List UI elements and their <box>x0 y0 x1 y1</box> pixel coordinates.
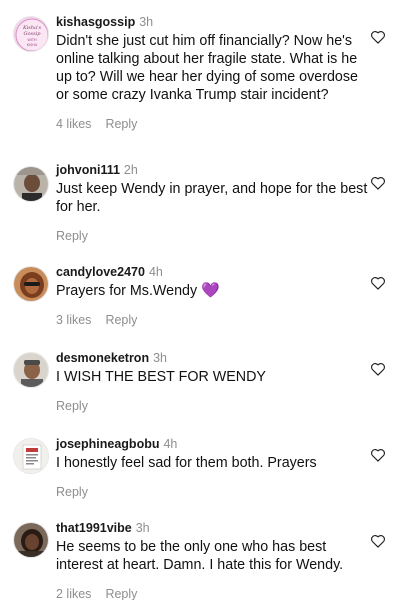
likes-count[interactable]: 3 likes <box>56 313 91 327</box>
comment-item: josephineagbobu 4h I honestly feel sad fo… <box>0 434 408 504</box>
comment-body: candylove2470 4h Prayers for Ms.Wendy 💜 3… <box>56 264 368 328</box>
comment-text: I honestly feel sad for them both. Praye… <box>56 455 317 471</box>
reply-button[interactable]: Reply <box>56 229 88 243</box>
avatar[interactable] <box>13 266 49 302</box>
comment-text: Just keep Wendy in prayer, and hope for … <box>56 181 368 215</box>
reply-button[interactable]: Reply <box>105 117 137 131</box>
reply-button[interactable]: Reply <box>56 485 88 499</box>
comment-text: He seems to be the only one who has best… <box>56 539 344 573</box>
comment-meta: 2 likes Reply <box>56 586 368 600</box>
reply-button[interactable]: Reply <box>105 587 137 600</box>
reply-button[interactable]: Reply <box>56 399 88 413</box>
username[interactable]: johvoni111 <box>56 163 120 177</box>
comment-header: kishasgossip 3h <box>56 14 368 30</box>
comment-header: josephineagbobu 4h <box>56 436 368 452</box>
comment-body: josephineagbobu 4h I honestly feel sad fo… <box>56 436 368 500</box>
comment-item: Kisha's Gossip WITH KISHA kishasgossip 3h… <box>0 10 408 150</box>
likes-count[interactable]: 4 likes <box>56 117 91 131</box>
timestamp: 3h <box>135 521 150 535</box>
purple-heart-emoji: 💜 <box>201 282 220 299</box>
comment-meta: Reply <box>56 398 368 414</box>
heart-outline-icon[interactable] <box>370 276 386 290</box>
avatar[interactable] <box>13 522 49 558</box>
comment-meta: 4 likes Reply <box>56 116 368 132</box>
comment-text: Didn't she just cut him off financially?… <box>56 33 358 103</box>
username[interactable]: candylove2470 <box>56 265 145 279</box>
avatar[interactable] <box>13 438 49 474</box>
timestamp: 2h <box>123 163 138 177</box>
username[interactable]: desmoneketron <box>56 351 149 365</box>
comment-text: I WISH THE BEST FOR WENDY <box>56 369 266 385</box>
comment-item: desmoneketron 3h I WISH THE BEST FOR WEND… <box>0 348 408 418</box>
avatar-badge-text: KISHA <box>27 43 38 47</box>
comment-header: johvoni111 2h <box>56 162 368 178</box>
reply-button[interactable]: Reply <box>105 313 137 327</box>
heart-outline-icon[interactable] <box>370 534 386 548</box>
avatar-badge-text: WITH <box>27 38 37 42</box>
timestamp: 4h <box>163 437 178 451</box>
comment-header: desmoneketron 3h <box>56 350 368 366</box>
comment-text-content: Prayers for Ms.Wendy <box>56 283 198 299</box>
comment-meta: 3 likes Reply <box>56 312 368 328</box>
comment-body: kishasgossip 3h Didn't she just cut him o… <box>56 14 368 132</box>
comment-meta: Reply <box>56 484 368 500</box>
username[interactable]: josephineagbobu <box>56 437 159 451</box>
comment-text: Prayers for Ms.Wendy 💜 <box>56 282 368 300</box>
comment-item: candylove2470 4h Prayers for Ms.Wendy 💜 3… <box>0 262 408 332</box>
avatar-badge-text: Gossip <box>24 31 42 37</box>
heart-outline-icon[interactable] <box>370 176 386 190</box>
avatar[interactable]: Kisha's Gossip WITH KISHA <box>13 16 49 52</box>
comment-body: that1991vibe 3h He seems to be the only o… <box>56 520 368 600</box>
comment-body: johvoni111 2h Just keep Wendy in prayer, … <box>56 162 368 244</box>
heart-outline-icon[interactable] <box>370 30 386 44</box>
likes-count[interactable]: 2 likes <box>56 587 91 600</box>
avatar[interactable] <box>13 352 49 388</box>
heart-outline-icon[interactable] <box>370 448 386 462</box>
avatar[interactable] <box>13 166 49 202</box>
comment-header: candylove2470 4h <box>56 264 368 280</box>
comment-body: desmoneketron 3h I WISH THE BEST FOR WEND… <box>56 350 368 414</box>
timestamp: 4h <box>148 265 163 279</box>
timestamp: 3h <box>153 351 167 365</box>
comment-meta: Reply <box>56 228 368 244</box>
username[interactable]: kishasgossip <box>56 15 135 29</box>
comment-item: that1991vibe 3h He seems to be the only o… <box>0 518 408 600</box>
timestamp: 3h <box>139 15 154 29</box>
username[interactable]: that1991vibe <box>56 521 132 535</box>
heart-outline-icon[interactable] <box>370 362 386 376</box>
comment-header: that1991vibe 3h <box>56 520 368 536</box>
comment-item: johvoni111 2h Just keep Wendy in prayer, … <box>0 160 408 243</box>
